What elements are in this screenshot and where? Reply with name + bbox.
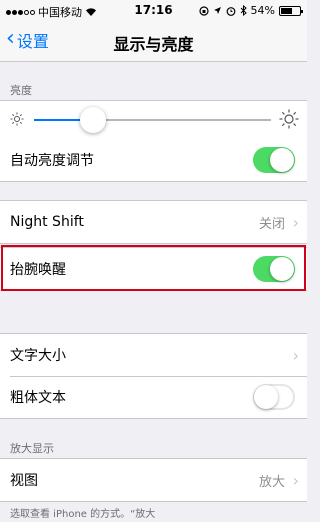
text-size-label: 文字大小 [10,348,66,364]
auto-brightness-row: 自动亮度调节 [0,139,307,181]
alarm-icon [226,6,235,16]
navigation-bar: ‹ 设置 显示与亮度 [0,20,307,62]
navigation-arrow-icon [213,7,221,14]
sun-small-icon [10,112,24,126]
night-shift-label: Night Shift [10,214,84,230]
highlight-box [1,245,306,291]
lock-rotation-icon [198,5,209,16]
night-shift-group: Night Shift 关闭 › [0,200,307,244]
zoom-section-header: 放大显示 [10,442,54,455]
bluetooth-icon [240,5,247,16]
chevron-right-icon: › [292,345,299,365]
toggle-knob [254,385,278,409]
view-value: 放大 [258,474,285,490]
battery-icon [279,5,303,16]
chevron-right-icon: › [292,470,299,490]
text-size-row[interactable]: 文字大小 › [0,334,307,376]
zoom-footer-note: 选取查看 iPhone 的方式。“放大 [10,509,156,520]
view-label: 视图 [10,473,38,489]
battery-percent: 54% [250,4,275,17]
brightness-slider-track[interactable] [34,119,271,121]
toggle-knob [270,148,294,172]
night-shift-value: 关闭 [258,216,285,232]
zoom-group: 视图 放大 › [0,458,307,502]
status-bar: 中国移动 17:16 54% [0,0,307,20]
brightness-section-header: 亮度 [10,84,32,97]
brightness-slider-thumb[interactable] [80,107,107,133]
text-group: 文字大小 › 粗体文本 [0,333,307,419]
night-shift-row[interactable]: Night Shift 关闭 › [0,201,307,243]
sun-large-icon [279,109,299,129]
auto-brightness-toggle[interactable] [253,147,295,173]
auto-brightness-label: 自动亮度调节 [10,153,94,169]
battery-level [281,7,292,14]
bold-text-label: 粗体文本 [10,390,66,406]
bold-text-toggle[interactable] [253,384,295,410]
bold-text-row: 粗体文本 [0,376,307,418]
status-right: 54% [198,4,303,17]
brightness-group: 自动亮度调节 [0,100,307,182]
view-row[interactable]: 视图 放大 › [0,459,307,501]
brightness-slider-row [0,101,307,139]
chevron-right-icon: › [292,212,299,232]
page-title: 显示与亮度 [113,35,194,54]
